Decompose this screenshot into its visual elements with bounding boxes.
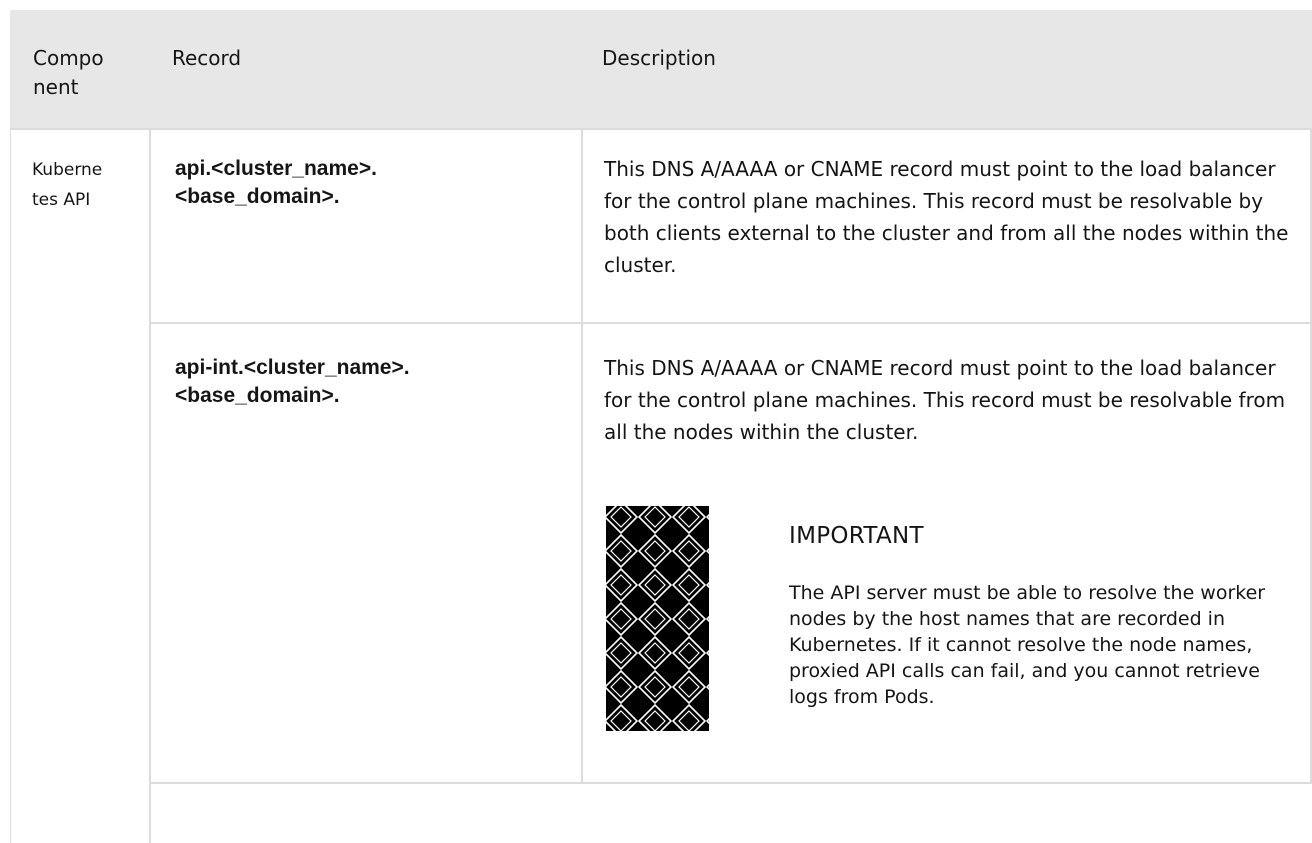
record-cell-api-int: api-int.<cluster_name>. <base_domain>. — [175, 354, 575, 410]
header-component-line1: Compo — [33, 46, 104, 70]
row-divider-1 — [151, 322, 1312, 324]
table-left-border — [10, 130, 11, 843]
table-header-row: Compo nent Record Description — [10, 10, 1312, 130]
description-cell-api: This DNS A/AAAA or CNAME record must poi… — [604, 157, 1289, 277]
column-divider-record — [581, 130, 583, 783]
component-line1: Kuberne — [32, 160, 103, 180]
dns-records-table: Compo nent Record Description Kuberne te… — [10, 10, 1312, 843]
header-description: Description — [602, 46, 716, 70]
component-cell: Kuberne tes API — [32, 155, 140, 215]
component-line2: tes API — [32, 190, 91, 210]
record-api-line2: <base_domain>. — [175, 185, 340, 208]
header-component: Compo nent — [33, 44, 133, 102]
header-record: Record — [172, 46, 242, 70]
description-cell-api-int: This DNS A/AAAA or CNAME record must poi… — [604, 356, 1286, 444]
record-api-int-line1: api-int.<cluster_name>. — [175, 356, 410, 379]
record-api-line1: api.<cluster_name>. — [175, 157, 377, 180]
record-cell-api: api.<cluster_name>. <base_domain>. — [175, 155, 575, 211]
important-pattern-icon — [606, 506, 709, 731]
header-component-line2: nent — [33, 75, 79, 99]
record-api-int-line2: <base_domain>. — [175, 384, 340, 407]
column-divider-component — [149, 130, 151, 843]
important-body: The API server must be able to resolve t… — [789, 582, 1266, 708]
row-divider-2 — [151, 782, 1312, 784]
important-title: IMPORTANT — [789, 523, 924, 549]
